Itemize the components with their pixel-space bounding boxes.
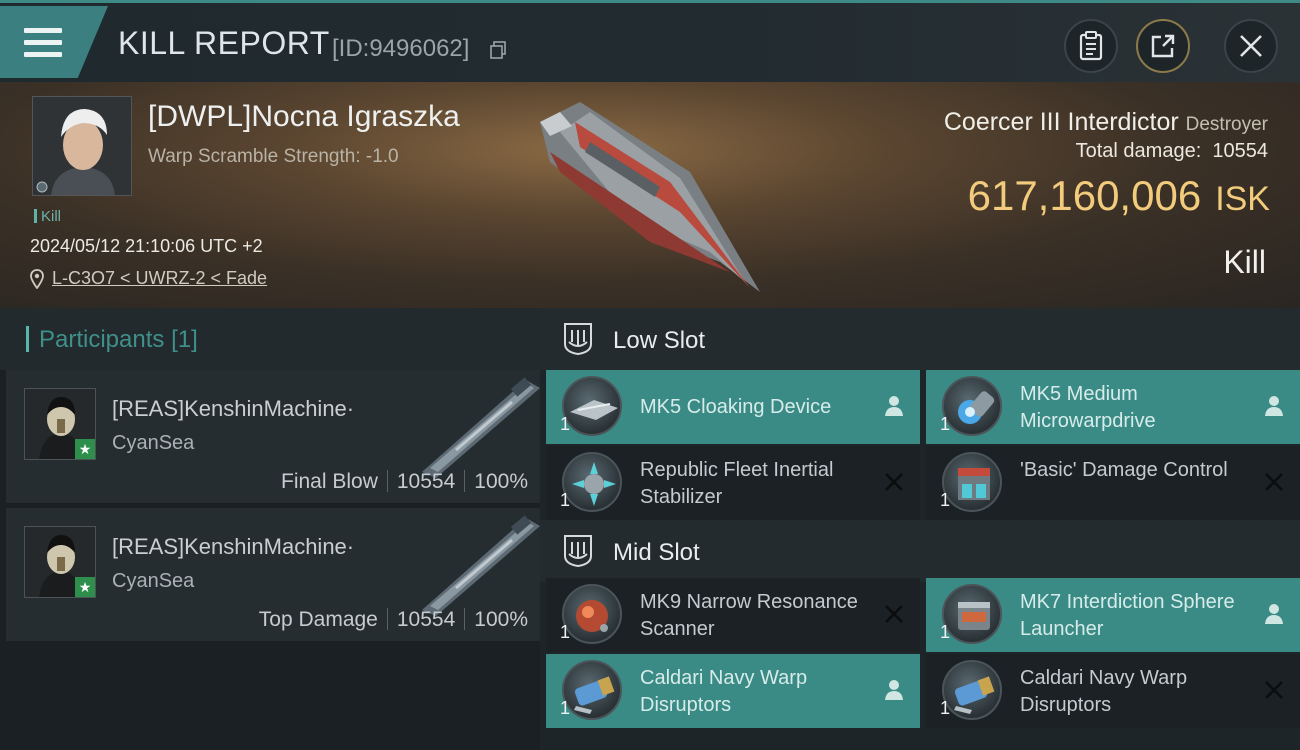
clipboard-button[interactable] [1064,19,1118,73]
module-qty: 1 [940,698,951,718]
participant-row[interactable]: ★ [REAS]KenshinMachine· CyanSea Final Bl… [6,370,540,504]
module-qty: 1 [940,414,951,434]
share-button[interactable] [1136,19,1190,73]
kill-id: [ID:9496062] [332,35,470,62]
weapon-icon [422,515,540,616]
page-title: KILL REPORT [118,25,330,61]
module-qty: 1 [560,414,571,434]
participant-corp: CyanSea [112,570,195,592]
low-slot-title: Low Slot [613,327,706,354]
resonance-scanner-icon [562,584,622,644]
victim-subtitle: Warp Scramble Strength: -1.0 [148,146,399,167]
warp-disruptor-icon [942,660,1002,720]
damage-control-icon [942,452,1002,512]
participant-stats: Top Damage 10554 100% [258,608,528,631]
close-icon [1240,35,1262,57]
module-name: MK9 Narrow Resonance Scanner [640,591,858,640]
menu-icon [24,28,62,58]
module-item[interactable]: 1 Caldari Navy Warp Disruptors [926,654,1300,728]
warp-disruptor-icon [562,660,622,720]
module-qty: 1 [940,490,951,510]
top-bar: KILL REPORT [ID:9496062] [0,0,1300,82]
participant-name[interactable]: [REAS]KenshinMachine· [112,534,354,560]
module-name: Caldari Navy Warp Disruptors [1020,667,1188,716]
participant-name[interactable]: [REAS]KenshinMachine· [112,396,354,422]
module-qty: 1 [940,622,951,642]
ship-name[interactable]: Coercer III Interdictor Destroyer [944,108,1268,137]
module-qty: 1 [560,490,571,510]
participant-corp: CyanSea [112,432,195,454]
participants-title: Participants [1] [26,326,198,354]
star-icon: ★ [75,577,95,597]
module-item[interactable]: 1 MK5 Cloaking Device [546,370,920,444]
module-name: 'Basic' Damage Control [1020,459,1228,481]
module-name: MK7 Interdiction Sphere Launcher [1020,591,1235,640]
close-button[interactable] [1224,19,1278,73]
module-name: MK5 Medium Microwarpdrive [1020,383,1156,432]
module-name: Caldari Navy Warp Disruptors [640,667,808,716]
isk-value: 617,160,006 ISK [967,172,1270,219]
location-text[interactable]: L-C3O7 < UWRZ-2 < Fade [52,268,267,289]
mid-slot-title: Mid Slot [613,539,700,566]
star-icon: ★ [75,439,95,459]
shield-slot-icon [564,535,592,568]
location-pin-icon [30,269,44,289]
kill-result: Kill [1223,244,1266,280]
module-qty: 1 [560,698,571,718]
participant-row[interactable]: ★ [REAS]KenshinMachine· CyanSea Top Dama… [6,508,540,642]
module-item[interactable]: 1 MK5 Medium Microwarpdrive [926,370,1300,444]
person-icon [1265,604,1283,624]
victim-name[interactable]: [DWPL]Nocna Igraszka [148,100,460,134]
x-icon [1265,473,1283,491]
cloaking-device-icon [562,376,622,436]
inertial-stabilizer-icon [562,452,622,512]
module-item[interactable]: 1 'Basic' Damage Control [926,446,1300,520]
participant-stats: Final Blow 10554 100% [281,470,528,493]
total-damage: Total damage: 10554 [1075,140,1268,162]
kill-datetime: 2024/05/12 21:10:06 UTC +2 [30,236,263,256]
person-icon [885,680,903,700]
ship-class: Destroyer [1185,114,1268,135]
fitting-panel: Low Slot 1 MK5 Cloaking Device 1 MK5 Med… [540,308,1300,750]
microwarpdrive-icon [942,376,1002,436]
person-icon [1265,396,1283,416]
module-item[interactable]: 1 MK9 Narrow Resonance Scanner [546,578,920,652]
menu-button[interactable] [0,6,108,78]
low-slot-header: Low Slot [540,308,1300,370]
x-icon [885,473,903,491]
interdiction-launcher-icon [942,584,1002,644]
clipboard-icon [1079,31,1103,61]
copy-icon[interactable] [490,41,506,59]
weapon-icon [422,377,540,478]
isk-unit: ISK [1215,180,1270,218]
participants-header: Participants [1] [0,308,540,370]
module-item[interactable]: 1 Republic Fleet Inertial Stabilizer [546,446,920,520]
x-icon [1265,681,1283,699]
shield-slot-icon [564,323,592,356]
mid-slot-header: Mid Slot [540,520,1300,582]
victim-portrait[interactable] [32,96,132,196]
module-item[interactable]: 1 Caldari Navy Warp Disruptors [546,654,920,728]
module-item[interactable]: 1 MK7 Interdiction Sphere Launcher [926,578,1300,652]
kill-tag: Kill [34,208,61,225]
module-qty: 1 [560,622,571,642]
module-name: Republic Fleet Inertial Stabilizer [640,459,834,508]
person-icon [885,396,903,416]
participant-avatar[interactable]: ★ [24,388,96,460]
participants-panel: Participants [1] ★ [REAS]KenshinMachine·… [0,308,540,750]
participant-avatar[interactable]: ★ [24,526,96,598]
x-icon [885,605,903,623]
victim-panel: [DWPL]Nocna Igraszka Warp Scramble Stren… [0,82,1300,308]
share-icon [1151,34,1175,58]
module-name: MK5 Cloaking Device [640,396,832,418]
ship-image [540,102,760,292]
